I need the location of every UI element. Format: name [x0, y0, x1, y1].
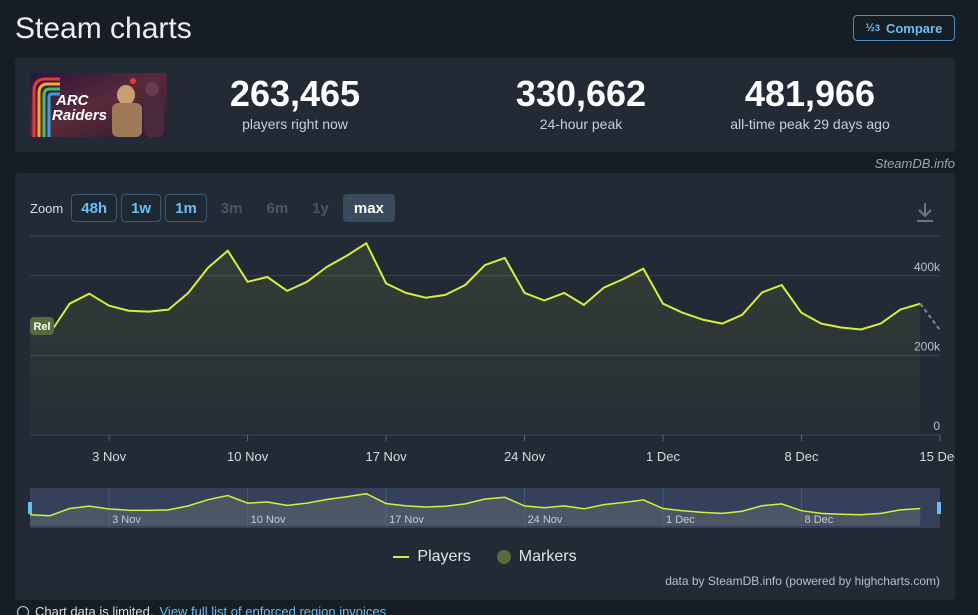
page-title: Steam charts	[15, 12, 192, 45]
y-tick-label: 400k	[914, 260, 941, 274]
legend-label: Markers	[518, 548, 577, 565]
bottom-note-text: Chart data is limited.	[35, 604, 154, 615]
stat-value: 263,465	[229, 73, 361, 114]
stat-players-now: 263,465 players right now	[195, 73, 395, 133]
zoom-label: Zoom	[30, 200, 64, 216]
game-capsule-art: ARC Raiders	[30, 73, 167, 137]
steamdb-credit[interactable]: SteamDB.info	[875, 156, 955, 171]
release-marker-label: Rel	[33, 321, 50, 333]
stat-value: 481,966	[744, 73, 876, 114]
x-axis-labels: 3 Nov 10 Nov 17 Nov 24 Nov 1 Dec 8 Dec 15 Dec	[92, 435, 955, 464]
x-tick-label: 17 Nov	[365, 449, 407, 464]
legend-item-markers[interactable]: Markers	[496, 548, 577, 566]
stats-panel: ARC Raiders 263,465 players right now 33…	[15, 58, 955, 152]
stat-label: 24-hour peak	[539, 116, 623, 132]
zoom-6m-button[interactable]: 6m	[256, 194, 298, 222]
x-tick-label: 15 Dec	[919, 449, 955, 464]
zoom-1w-button[interactable]: 1w	[121, 194, 162, 222]
game-capsule-image[interactable]: ARC Raiders	[30, 73, 167, 137]
navigator-tick-label: 17 Nov	[389, 514, 424, 526]
legend-dot-symbol	[496, 550, 511, 564]
navigator-tick-label: 8 Dec	[805, 514, 834, 526]
players-area	[30, 243, 921, 435]
chart-legend: Players Markers	[15, 548, 955, 566]
navigator-tick-label: 1 Dec	[666, 514, 695, 526]
x-tick-label: 8 Dec	[785, 449, 819, 464]
download-icon[interactable]	[915, 201, 935, 223]
info-icon	[17, 605, 29, 615]
navigator-tick-label: 24 Nov	[528, 514, 563, 526]
zoom-controls: Zoom 48h 1w 1m 3m 6m 1y max	[30, 194, 395, 222]
players-line-partial	[919, 303, 941, 331]
navigator-handle-left[interactable]	[28, 502, 32, 514]
legend-item-players[interactable]: Players	[393, 548, 471, 566]
stat-24h-peak: 330,662 24-hour peak	[481, 73, 681, 133]
main-chart[interactable]: 0 200k 400k 3 Nov 10 Nov 17 Nov 24 Nov 1 Dec 8 …	[15, 228, 955, 528]
navigator-tick-label: 10 Nov	[251, 514, 286, 526]
x-tick-label: 3 Nov	[92, 449, 126, 464]
capsule-text-2: Raiders	[52, 107, 107, 124]
zoom-48h-button[interactable]: 48h	[71, 194, 118, 222]
stat-label: players right now	[242, 116, 348, 132]
y-tick-label: 200k	[914, 339, 941, 353]
compare-button[interactable]: ½3 Compare	[853, 15, 955, 41]
stat-label: all-time peak 29 days ago	[730, 116, 890, 132]
x-tick-label: 24 Nov	[504, 449, 546, 464]
compare-icon: ½3	[865, 22, 880, 34]
navigator[interactable]: 3 Nov 10 Nov 17 Nov 24 Nov 1 Dec 8 Dec	[15, 486, 955, 530]
zoom-1m-button[interactable]: 1m	[165, 194, 207, 222]
compare-label: Compare	[885, 20, 943, 36]
legend-line-symbol	[393, 556, 410, 558]
y-tick-label: 0	[933, 419, 940, 433]
series-area	[30, 243, 921, 435]
bottom-note: Chart data is limited. View full list of…	[17, 604, 386, 615]
release-marker[interactable]: Rel	[30, 317, 54, 335]
x-tick-label: 1 Dec	[646, 449, 680, 464]
bottom-note-link[interactable]: View full list of enforced region invoic…	[160, 604, 387, 615]
navigator-tick-label: 3 Nov	[112, 514, 141, 526]
chart-panel: Zoom 48h 1w 1m 3m 6m 1y max 0 200k 400k 3 …	[15, 173, 955, 600]
navigator-handle-right[interactable]	[937, 502, 941, 514]
x-tick-label: 10 Nov	[227, 449, 269, 464]
zoom-1y-button[interactable]: 1y	[302, 194, 339, 222]
zoom-max-button[interactable]: max	[342, 194, 395, 222]
zoom-3m-button[interactable]: 3m	[211, 194, 253, 222]
stat-value: 330,662	[515, 73, 647, 114]
source-credit[interactable]: data by SteamDB.info (powered by highcha…	[665, 574, 940, 588]
stat-all-time-peak: 481,966 all-time peak 29 days ago	[710, 73, 910, 133]
legend-label: Players	[417, 548, 471, 565]
